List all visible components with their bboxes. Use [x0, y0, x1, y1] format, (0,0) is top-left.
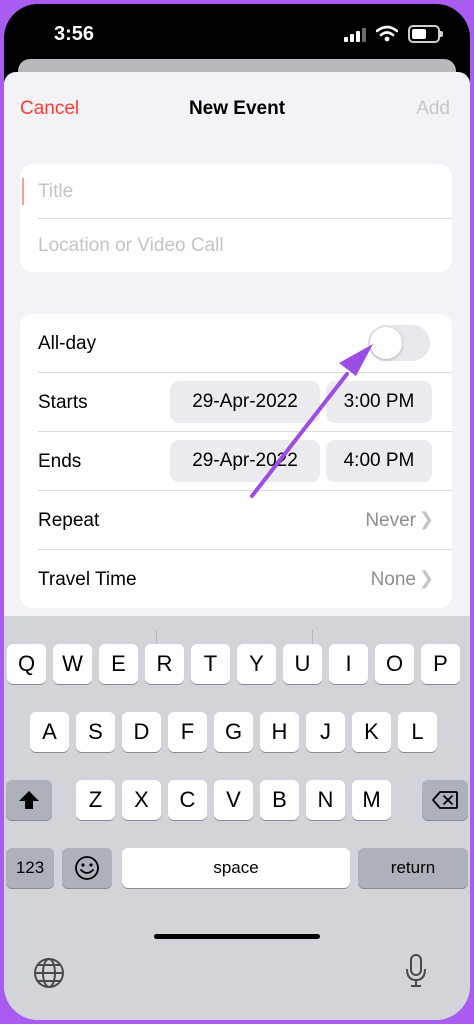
numbers-key[interactable]: 123 [6, 848, 54, 888]
chevron-right-icon: ❯ [418, 568, 434, 588]
key-s[interactable]: S [76, 712, 115, 752]
wifi-icon [376, 25, 398, 42]
home-indicator [154, 934, 320, 939]
key-a[interactable]: A [30, 712, 69, 752]
status-time: 3:56 [54, 23, 95, 45]
starts-label: Starts [38, 392, 88, 413]
travel-time-value: None [370, 569, 416, 590]
ends-label: Ends [38, 451, 82, 472]
key-c[interactable]: C [168, 780, 207, 820]
key-z[interactable]: Z [76, 780, 115, 820]
space-key[interactable]: space [122, 848, 350, 888]
ends-time-button[interactable]: 4:00 PM [326, 440, 432, 482]
travel-time-label: Travel Time [38, 569, 137, 590]
battery-icon [408, 25, 443, 43]
key-y[interactable]: Y [237, 644, 276, 684]
shift-key[interactable] [6, 780, 52, 820]
key-f[interactable]: F [168, 712, 207, 752]
key-l[interactable]: L [398, 712, 437, 752]
key-h[interactable]: H [260, 712, 299, 752]
ends-row: Ends 29-Apr-2022 4:00 PM [20, 432, 452, 490]
starts-time-button[interactable]: 3:00 PM [326, 381, 432, 423]
key-g[interactable]: G [214, 712, 253, 752]
repeat-label: Repeat [38, 510, 100, 531]
title-placeholder: Title [38, 181, 74, 202]
ends-date-button[interactable]: 29-Apr-2022 [170, 440, 320, 482]
travel-time-row[interactable]: Travel Time None ❯ [20, 550, 452, 608]
status-bar: 3:56 [4, 4, 470, 62]
repeat-value: Never [365, 510, 416, 531]
shift-icon [19, 791, 39, 809]
return-key[interactable]: return [358, 848, 468, 888]
key-v[interactable]: V [214, 780, 253, 820]
key-x[interactable]: X [122, 780, 161, 820]
emoji-icon [75, 856, 99, 880]
key-w[interactable]: W [53, 644, 92, 684]
all-day-toggle[interactable] [368, 325, 430, 361]
key-u[interactable]: U [283, 644, 322, 684]
mic-icon[interactable] [404, 953, 428, 989]
repeat-row[interactable]: Repeat Never ❯ [20, 491, 452, 549]
page-title: New Event [188, 98, 286, 119]
key-p[interactable]: P [421, 644, 460, 684]
key-k[interactable]: K [352, 712, 391, 752]
key-d[interactable]: D [122, 712, 161, 752]
key-q[interactable]: Q [7, 644, 46, 684]
location-placeholder: Location or Video Call [38, 235, 224, 256]
new-event-sheet: Cancel New Event Add Title Location or V… [4, 72, 470, 1020]
all-day-row: All-day [20, 314, 452, 372]
phone-frame: 3:56 Cancel New Event Add Title Location… [4, 4, 470, 1020]
add-button[interactable]: Add [416, 98, 450, 120]
keyboard: QWERTYUIOP ASDFGHJKL ZXCVBNM 123 space r… [4, 616, 470, 1020]
emoji-key[interactable] [62, 848, 112, 888]
starts-date-button[interactable]: 29-Apr-2022 [170, 381, 320, 423]
key-j[interactable]: J [306, 712, 345, 752]
backspace-key[interactable] [422, 780, 468, 820]
location-input[interactable]: Location or Video Call [20, 218, 452, 276]
title-location-group: Title Location or Video Call [20, 164, 452, 272]
backspace-icon [432, 791, 458, 809]
key-t[interactable]: T [191, 644, 230, 684]
key-e[interactable]: E [99, 644, 138, 684]
key-i[interactable]: I [329, 644, 368, 684]
event-details-group: All-day Starts 29-Apr-2022 3:00 PM Ends … [20, 314, 452, 608]
globe-icon[interactable] [32, 956, 66, 990]
all-day-label: All-day [38, 333, 97, 354]
starts-row: Starts 29-Apr-2022 3:00 PM [20, 373, 452, 431]
toggle-knob [370, 327, 402, 359]
key-r[interactable]: R [145, 644, 184, 684]
key-n[interactable]: N [306, 780, 345, 820]
nav-bar: Cancel New Event Add [4, 72, 470, 142]
title-input[interactable]: Title [20, 164, 452, 222]
text-cursor [22, 178, 24, 205]
key-b[interactable]: B [260, 780, 299, 820]
key-o[interactable]: O [375, 644, 414, 684]
signal-icon [344, 28, 366, 42]
chevron-right-icon: ❯ [418, 509, 434, 529]
key-m[interactable]: M [352, 780, 391, 820]
